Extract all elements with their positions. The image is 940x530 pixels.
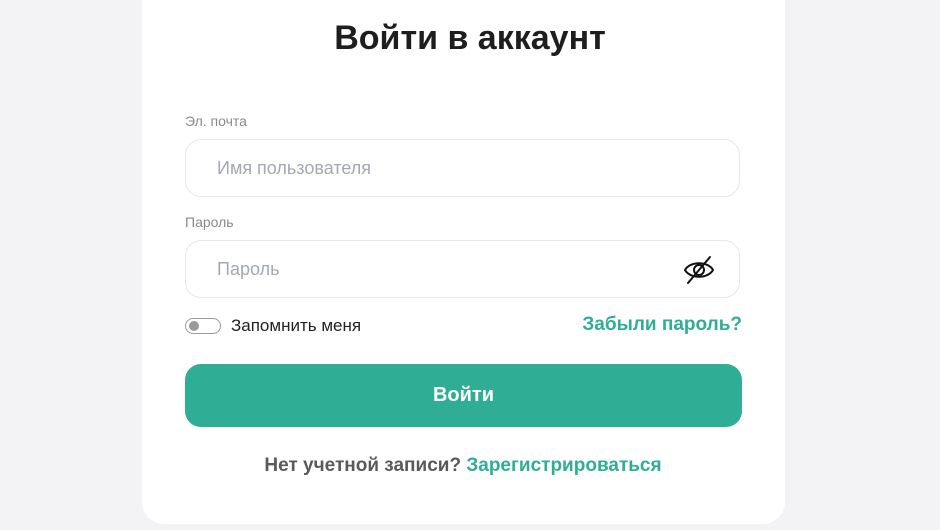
no-account-text: Нет учетной записи? xyxy=(264,455,462,476)
forgot-password-link[interactable]: Забыли пароль? xyxy=(582,314,742,336)
remember-me-toggle[interactable] xyxy=(185,318,221,334)
email-field-container xyxy=(185,139,740,197)
password-field[interactable] xyxy=(217,241,687,297)
remember-me: Запомнить меня xyxy=(185,316,361,336)
login-button[interactable]: Войти xyxy=(185,364,742,427)
login-page: Войти в аккаунт Эл. почта Пароль Запомни… xyxy=(0,0,940,530)
signup-prompt: Нет учетной записи? Зарегистрироваться xyxy=(0,455,926,477)
password-field-container xyxy=(185,240,740,298)
toggle-knob xyxy=(189,321,199,331)
eye-off-icon[interactable] xyxy=(683,255,715,285)
email-field[interactable] xyxy=(217,140,687,196)
remember-me-label[interactable]: Запомнить меня xyxy=(231,316,361,336)
register-link[interactable]: Зарегистрироваться xyxy=(466,455,661,476)
page-title: Войти в аккаунт xyxy=(334,19,606,57)
password-label: Пароль xyxy=(185,214,234,230)
email-label: Эл. почта xyxy=(185,113,247,129)
